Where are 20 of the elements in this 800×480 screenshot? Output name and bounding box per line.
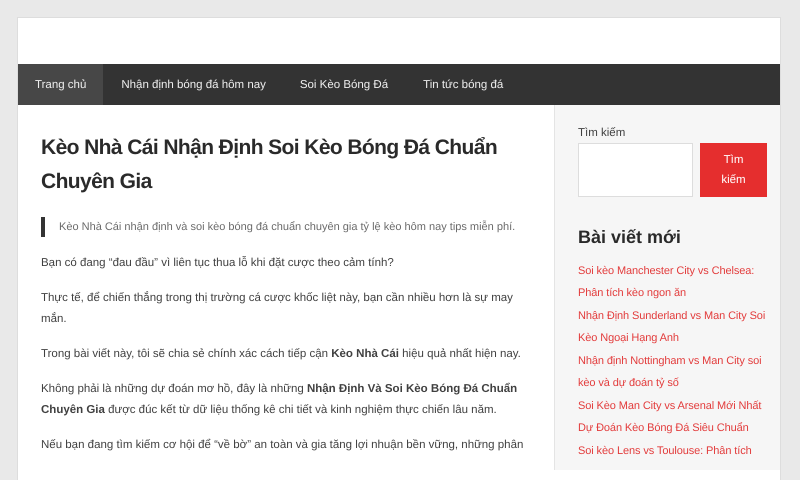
recent-post-link[interactable]: Soi kèo Lens vs Toulouse: Phân tích — [578, 440, 770, 462]
recent-posts-heading: Bài viết mới — [578, 227, 682, 248]
article-paragraph: Nếu bạn đang tìm kiếm cơ hội để “về bờ” an toàn và gia tăng lợi nhuận bền vững, những phân — [41, 438, 524, 453]
article-title: Kèo Nhà Cái Nhận Định Soi Kèo Bóng Đá Chuẩn Chuyên Gia — [41, 135, 498, 195]
article-paragraph: Không phải là những dự đoán mơ hồ, đây là những Nhận Định Và Soi Kèo Bóng Đá Chuẩn Chuyên Gia được đúc kết từ dữ liệu thống kê chi tiết và kinh nghiệm thực chiến lâu năm. — [41, 382, 518, 418]
nav-item[interactable]: Soi Kèo Bóng Đá — [282, 64, 406, 105]
nav-item[interactable]: Nhận định bóng đá hôm nay — [104, 64, 283, 105]
nav-item[interactable]: Tin tức bóng đá — [406, 64, 520, 105]
search-label: Tìm kiếm — [578, 127, 626, 139]
recent-post-link[interactable]: Nhận Định Sunderland vs Man City Soi Kèo Ngoại Hạng Anh — [578, 305, 770, 349]
recent-post-link[interactable]: Nhận định Nottingham vs Man City soi kèo và dự đoán tỷ số — [578, 350, 770, 394]
nav-item[interactable]: Trang chủ — [18, 64, 104, 105]
search-field[interactable] — [578, 143, 693, 197]
article-paragraph: Thực tế, để chiến thắng trong thị trường cá cược khốc liệt này, bạn cần nhiều hơn là sự may mắn. — [41, 290, 514, 327]
article-paragraph: Trong bài viết này, tôi sẽ chia sẻ chính xác cách tiếp cận Kèo Nhà Cái hiệu quả nhất hiện nay. — [41, 347, 522, 362]
article-quote: Kèo Nhà Cái nhận định và soi kèo bóng đá chuẩn chuyên gia tỷ lệ kèo hôm nay tips miễn phí. — [41, 217, 534, 237]
recent-post-link[interactable]: Soi Kèo Man City vs Arsenal Mới Nhất Dự Đoán Kèo Bóng Đá Siêu Chuẩn — [578, 395, 770, 439]
article-paragraph: Bạn có đang “đau đầu” vì liên tục thua lỗ khi đặt cược theo cảm tính? — [41, 255, 395, 271]
recent-post-link[interactable]: Soi kèo Manchester City vs Chelsea: Phân tích kèo ngon ăn — [578, 260, 770, 304]
search-button[interactable]: Tìm kiếm — [700, 143, 767, 197]
